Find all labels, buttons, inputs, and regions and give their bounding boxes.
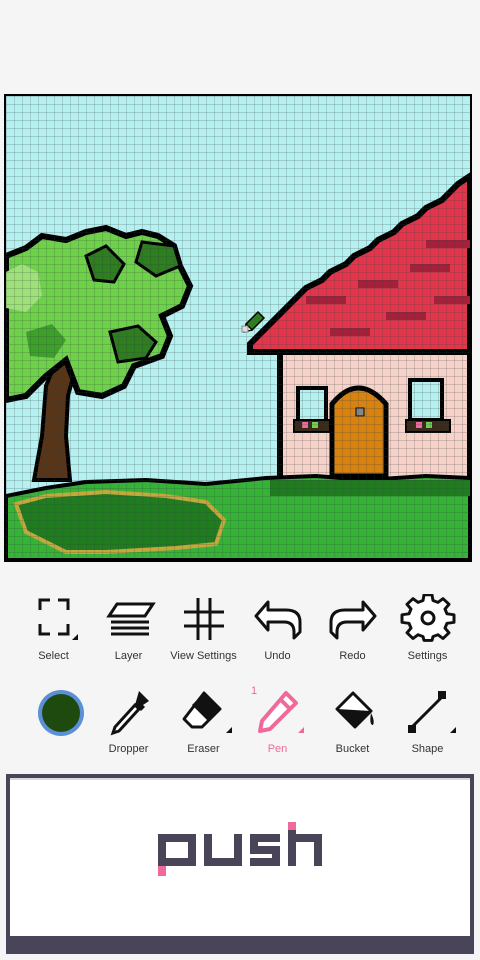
undo-tool[interactable]: Undo — [240, 594, 315, 670]
pixel-grid — [6, 96, 470, 560]
toolbar-bottom: Dropper Eraser 1 Pen Bucket Shape — [0, 685, 480, 767]
dropper-label: Dropper — [108, 743, 149, 755]
select-label: Select — [38, 650, 69, 662]
pixel-art[interactable] — [6, 96, 470, 560]
undo-icon — [254, 600, 301, 640]
layer-tool[interactable]: Layer — [91, 594, 166, 670]
redo-icon — [329, 600, 376, 640]
settings-label: Settings — [407, 650, 448, 662]
eraser-icon — [182, 691, 232, 733]
eraser-label: Eraser — [187, 743, 220, 755]
push-button-graphic — [6, 774, 474, 954]
dropper-tool[interactable]: Dropper — [91, 687, 166, 763]
view-settings-tool[interactable]: View Settings — [166, 594, 241, 670]
redo-label: Redo — [339, 650, 366, 662]
pixel-canvas[interactable] — [4, 94, 472, 562]
undo-label: Undo — [264, 650, 291, 662]
pen-label: Pen — [267, 743, 288, 755]
layer-icon — [105, 602, 156, 636]
eraser-tool[interactable]: Eraser — [166, 687, 241, 763]
color-swatch-icon — [37, 690, 84, 736]
toolbar-top: Select Layer View Settings Undo Redo Set… — [0, 594, 480, 674]
pen-tool[interactable]: 1 Pen — [240, 685, 315, 763]
shape-icon — [407, 691, 456, 733]
push-button[interactable] — [6, 774, 474, 954]
view-settings-label: View Settings — [170, 650, 237, 662]
redo-tool[interactable]: Redo — [315, 594, 390, 670]
pen-size-badge: 1 — [251, 685, 258, 697]
settings-tool[interactable]: Settings — [390, 594, 465, 670]
dropper-icon — [110, 691, 149, 736]
layer-label: Layer — [114, 650, 143, 662]
bucket-tool[interactable]: Bucket — [315, 687, 390, 763]
shape-tool[interactable]: Shape — [390, 687, 465, 763]
gear-icon — [400, 594, 455, 642]
shape-label: Shape — [411, 743, 444, 755]
bucket-icon — [335, 691, 374, 729]
select-tool[interactable]: Select — [16, 594, 91, 670]
grid-icon — [183, 598, 224, 640]
select-icon — [38, 598, 78, 640]
bucket-label: Bucket — [335, 743, 370, 755]
color-picker-button[interactable] — [16, 687, 91, 763]
